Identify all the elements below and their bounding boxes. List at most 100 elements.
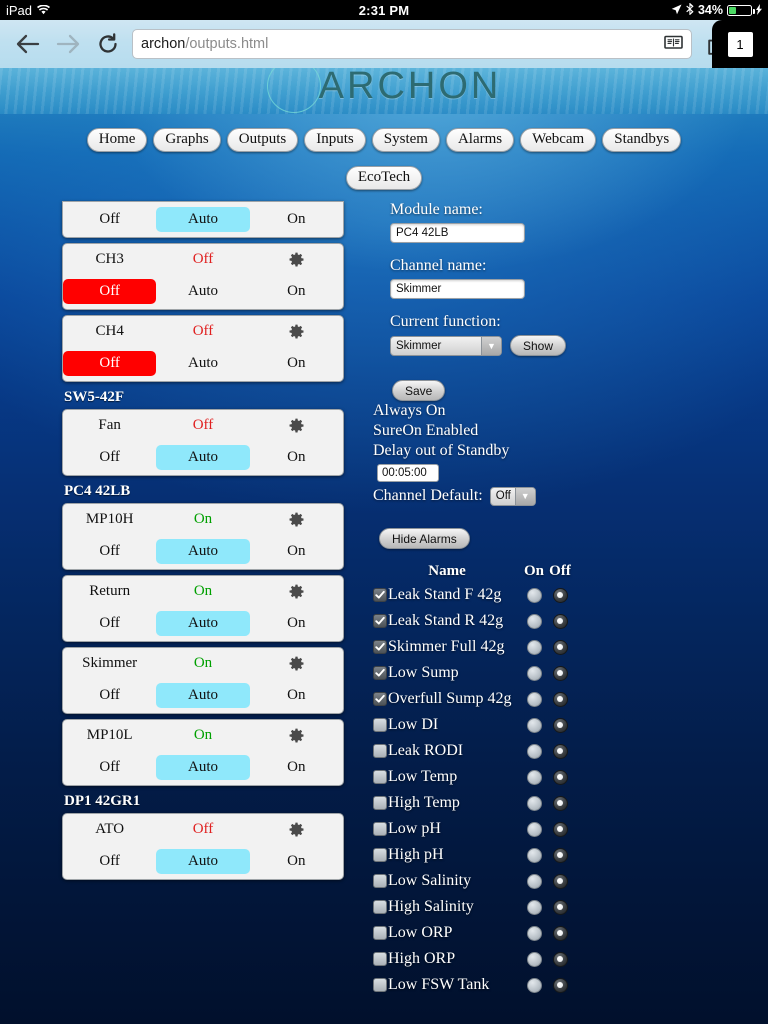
channel-mode-on-button[interactable]: On xyxy=(250,849,343,874)
channel-mode-auto-button[interactable]: Auto xyxy=(156,755,250,780)
channel-mode-off-button[interactable]: Off xyxy=(63,849,156,874)
alarm-on-radio[interactable] xyxy=(526,951,542,967)
channel-mode-auto-button[interactable]: Auto xyxy=(156,351,249,376)
alarm-off-radio[interactable] xyxy=(552,899,568,915)
channel-default-select[interactable]: Off ▼ xyxy=(489,486,536,506)
channel-mode-auto-button[interactable]: Auto xyxy=(156,445,250,470)
channel-mode-off-button[interactable]: Off xyxy=(63,611,156,636)
alarm-off-radio[interactable] xyxy=(552,873,568,889)
channel-settings-gear-icon[interactable] xyxy=(250,418,343,433)
alarm-on-radio[interactable] xyxy=(526,613,542,629)
channel-settings-gear-icon[interactable] xyxy=(250,512,343,527)
channel-settings-gear-icon[interactable] xyxy=(250,728,343,743)
save-button[interactable]: Save xyxy=(392,380,446,401)
alarm-off-radio[interactable] xyxy=(552,769,568,785)
alarm-enable-checkbox[interactable] xyxy=(373,588,387,602)
always-on-option[interactable]: Always On xyxy=(373,401,703,421)
channel-mode-on-button[interactable]: On xyxy=(250,207,343,232)
nav-tab-webcam[interactable]: Webcam xyxy=(520,128,597,152)
nav-tab-outputs[interactable]: Outputs xyxy=(226,128,299,152)
channel-mode-on-button[interactable]: On xyxy=(250,351,343,376)
channel-mode-off-button[interactable]: Off xyxy=(63,445,156,470)
channel-mode-on-button[interactable]: On xyxy=(250,611,343,636)
channel-mode-on-button[interactable]: On xyxy=(250,683,343,708)
hide-alarms-button[interactable]: Hide Alarms xyxy=(379,528,470,549)
channel-mode-auto-button[interactable]: Auto xyxy=(156,207,250,232)
alarm-on-radio[interactable] xyxy=(526,925,542,941)
alarm-off-radio[interactable] xyxy=(552,821,568,837)
nav-tab-standbys[interactable]: Standbys xyxy=(602,128,682,152)
alarm-off-radio[interactable] xyxy=(552,613,568,629)
channel-settings-gear-icon[interactable] xyxy=(250,656,343,671)
current-function-select[interactable]: Skimmer ▼ xyxy=(390,335,502,356)
alarm-enable-checkbox[interactable] xyxy=(373,952,387,966)
show-button[interactable]: Show xyxy=(510,335,567,356)
alarm-enable-checkbox[interactable] xyxy=(373,614,387,628)
alarm-on-radio[interactable] xyxy=(526,769,542,785)
channel-mode-auto-button[interactable]: Auto xyxy=(156,611,250,636)
nav-tab-system[interactable]: System xyxy=(371,128,440,152)
alarm-enable-checkbox[interactable] xyxy=(373,692,387,706)
alarm-off-radio[interactable] xyxy=(552,717,568,733)
alarm-on-radio[interactable] xyxy=(526,665,542,681)
alarm-enable-checkbox[interactable] xyxy=(373,978,387,992)
nav-tab-home[interactable]: Home xyxy=(86,128,148,152)
channel-mode-auto-button[interactable]: Auto xyxy=(156,683,250,708)
channel-mode-off-button[interactable]: Off xyxy=(63,683,156,708)
alarm-enable-checkbox[interactable] xyxy=(373,848,387,862)
channel-mode-on-button[interactable]: On xyxy=(250,445,343,470)
channel-mode-off-button[interactable]: Off xyxy=(63,539,156,564)
alarm-on-radio[interactable] xyxy=(526,977,542,993)
channel-mode-on-button[interactable]: On xyxy=(250,755,343,780)
alarm-on-radio[interactable] xyxy=(526,847,542,863)
alarm-on-radio[interactable] xyxy=(526,873,542,889)
channel-settings-gear-icon[interactable] xyxy=(250,584,343,599)
channel-mode-auto-button[interactable]: Auto xyxy=(156,849,250,874)
alarm-on-radio[interactable] xyxy=(526,821,542,837)
alarm-enable-checkbox[interactable] xyxy=(373,640,387,654)
alarm-on-radio[interactable] xyxy=(526,639,542,655)
alarm-enable-checkbox[interactable] xyxy=(373,770,387,784)
alarm-off-radio[interactable] xyxy=(552,743,568,759)
nav-tab-inputs[interactable]: Inputs xyxy=(304,128,366,152)
reload-icon[interactable] xyxy=(88,24,128,64)
back-arrow-icon[interactable] xyxy=(8,24,48,64)
nav-tab-ecotech[interactable]: EcoTech xyxy=(345,166,423,190)
alarm-on-radio[interactable] xyxy=(526,743,542,759)
alarm-off-radio[interactable] xyxy=(552,639,568,655)
alarm-off-radio[interactable] xyxy=(552,847,568,863)
alarm-enable-checkbox[interactable] xyxy=(373,874,387,888)
forward-arrow-icon[interactable] xyxy=(48,24,88,64)
nav-tab-alarms[interactable]: Alarms xyxy=(445,128,515,152)
delay-out-of-standby-input[interactable] xyxy=(377,464,439,482)
channel-mode-off-button[interactable]: Off xyxy=(63,351,157,376)
channel-settings-gear-icon[interactable] xyxy=(250,324,343,339)
channel-mode-on-button[interactable]: On xyxy=(250,539,343,564)
reader-view-icon[interactable] xyxy=(664,35,683,53)
alarm-off-radio[interactable] xyxy=(552,795,568,811)
alarm-enable-checkbox[interactable] xyxy=(373,718,387,732)
alarm-enable-checkbox[interactable] xyxy=(373,796,387,810)
alarm-off-radio[interactable] xyxy=(552,925,568,941)
channel-mode-auto-button[interactable]: Auto xyxy=(156,279,249,304)
alarm-on-radio[interactable] xyxy=(526,899,542,915)
channel-mode-off-button[interactable]: Off xyxy=(63,279,157,304)
channel-mode-off-button[interactable]: Off xyxy=(63,207,156,232)
alarm-on-radio[interactable] xyxy=(526,717,542,733)
alarm-enable-checkbox[interactable] xyxy=(373,926,387,940)
nav-tab-graphs[interactable]: Graphs xyxy=(153,128,221,152)
channel-settings-gear-icon[interactable] xyxy=(250,822,343,837)
sureon-enabled-option[interactable]: SureOn Enabled xyxy=(373,421,703,441)
module-name-input[interactable] xyxy=(390,223,525,243)
channel-settings-gear-icon[interactable] xyxy=(250,252,343,267)
alarm-off-radio[interactable] xyxy=(552,665,568,681)
channel-mode-on-button[interactable]: On xyxy=(250,279,343,304)
alarm-on-radio[interactable] xyxy=(526,587,542,603)
alarm-off-radio[interactable] xyxy=(552,587,568,603)
alarm-enable-checkbox[interactable] xyxy=(373,822,387,836)
alarm-off-radio[interactable] xyxy=(552,951,568,967)
channel-mode-off-button[interactable]: Off xyxy=(63,755,156,780)
alarm-on-radio[interactable] xyxy=(526,795,542,811)
alarm-off-radio[interactable] xyxy=(552,977,568,993)
alarm-on-radio[interactable] xyxy=(526,691,542,707)
